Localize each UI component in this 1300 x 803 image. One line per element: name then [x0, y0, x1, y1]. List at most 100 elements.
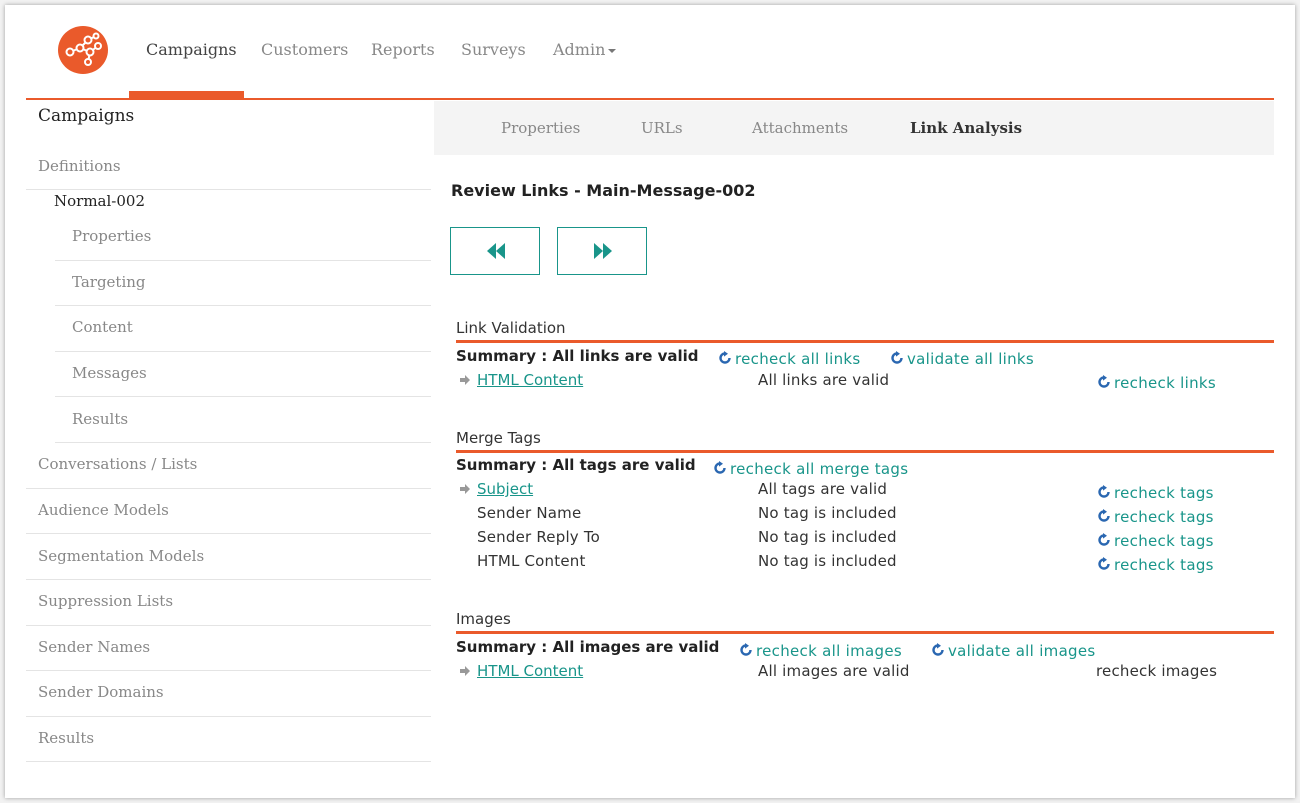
next-button[interactable] [557, 227, 647, 275]
link-validation-html-content-link[interactable]: HTML Content [477, 371, 583, 389]
refresh-icon [1097, 485, 1111, 499]
divider [26, 670, 431, 671]
nav-admin[interactable]: Admin [553, 40, 617, 59]
merge-tags-html-content-status: No tag is included [758, 552, 897, 570]
recheck-tags-link[interactable]: recheck tags [1097, 556, 1214, 573]
refresh-icon [1097, 509, 1111, 523]
merge-tags-sender-reply-to-status: No tag is included [758, 528, 897, 546]
divider [26, 716, 431, 717]
chevron-down-icon [608, 48, 617, 53]
tab-properties[interactable]: Properties [501, 119, 580, 137]
sidebar-subitem-messages[interactable]: Messages [72, 364, 147, 382]
section-divider [456, 450, 1274, 453]
divider [55, 351, 431, 352]
recheck-all-images-label: recheck all images [756, 642, 902, 659]
recheck-images-text: recheck images [1096, 662, 1218, 680]
nav-reports[interactable]: Reports [371, 40, 435, 59]
refresh-icon [931, 643, 945, 657]
tab-link-analysis[interactable]: Link Analysis [910, 119, 1022, 137]
tab-attachments[interactable]: Attachments [752, 119, 848, 137]
recheck-all-merge-tags-label: recheck all merge tags [730, 460, 909, 477]
sidebar-item-definitions[interactable]: Definitions [38, 157, 121, 175]
merge-tags-summary: Summary : All tags are valid [456, 456, 696, 474]
sidebar-item-results[interactable]: Results [38, 729, 94, 747]
refresh-icon [1097, 533, 1111, 547]
nav-admin-label: Admin [553, 40, 606, 59]
divider [26, 488, 431, 489]
sidebar-item-suppression-lists[interactable]: Suppression Lists [38, 592, 173, 610]
recheck-all-links-link[interactable]: recheck all links [718, 350, 861, 367]
sidebar-item-audience-models[interactable]: Audience Models [38, 501, 169, 519]
merge-tags-title: Merge Tags [456, 429, 541, 447]
section-divider [456, 340, 1274, 343]
link-validation-status: All links are valid [758, 371, 890, 389]
validate-all-images-link[interactable]: validate all images [931, 642, 1096, 659]
recheck-all-images-link[interactable]: recheck all images [739, 642, 902, 659]
sidebar-title: Campaigns [38, 106, 135, 126]
tab-urls[interactable]: URLs [641, 119, 683, 137]
sidebar-subitem-targeting[interactable]: Targeting [72, 273, 146, 291]
validate-all-links-label: validate all links [907, 350, 1035, 367]
refresh-icon [1097, 375, 1111, 389]
merge-tags-sender-reply-to: Sender Reply To [477, 528, 601, 546]
recheck-links-link[interactable]: recheck links [1097, 374, 1216, 391]
validate-all-links-link[interactable]: validate all links [890, 350, 1034, 367]
fast-forward-icon [594, 243, 612, 259]
recheck-tags-label: recheck tags [1114, 532, 1214, 549]
sidebar-subitem-content[interactable]: Content [72, 318, 133, 336]
header-divider [26, 98, 1274, 100]
sidebar-item-conversations-lists[interactable]: Conversations / Lists [38, 455, 197, 473]
previous-button[interactable] [450, 227, 540, 275]
app-logo[interactable] [58, 26, 108, 74]
refresh-icon [713, 461, 727, 475]
images-status: All images are valid [758, 662, 910, 680]
link-validation-title: Link Validation [456, 319, 566, 337]
divider [26, 761, 431, 762]
merge-tags-html-content: HTML Content [477, 552, 586, 570]
images-title: Images [456, 610, 511, 628]
nav-campaigns[interactable]: Campaigns [146, 40, 237, 59]
divider [55, 396, 431, 397]
divider [26, 189, 431, 190]
nav-customers[interactable]: Customers [261, 40, 348, 59]
divider [26, 579, 431, 580]
recheck-all-links-label: recheck all links [735, 350, 861, 367]
refresh-icon [890, 351, 904, 365]
sidebar-item-segmentation-models[interactable]: Segmentation Models [38, 547, 204, 565]
recheck-tags-link[interactable]: recheck tags [1097, 484, 1214, 501]
recheck-tags-link[interactable]: recheck tags [1097, 532, 1214, 549]
sidebar-subitem-properties[interactable]: Properties [72, 227, 151, 245]
recheck-tags-label: recheck tags [1114, 556, 1214, 573]
divider [55, 442, 431, 443]
recheck-all-merge-tags-link[interactable]: recheck all merge tags [713, 460, 908, 477]
refresh-icon [739, 643, 753, 657]
divider [55, 305, 431, 306]
merge-tags-subject-link[interactable]: Subject [477, 480, 533, 498]
images-summary: Summary : All images are valid [456, 638, 720, 656]
refresh-icon [718, 351, 732, 365]
arrow-right-icon [460, 666, 470, 676]
arrow-right-icon [460, 484, 470, 494]
nav-surveys[interactable]: Surveys [461, 40, 526, 59]
recheck-tags-link[interactable]: recheck tags [1097, 508, 1214, 525]
refresh-icon [1097, 557, 1111, 571]
merge-tags-sender-name-status: No tag is included [758, 504, 897, 522]
link-validation-summary: Summary : All links are valid [456, 347, 699, 365]
validate-all-images-label: validate all images [948, 642, 1096, 659]
sidebar-item-definition-name[interactable]: Normal-002 [54, 192, 145, 210]
active-nav-indicator [129, 91, 244, 98]
arrow-right-icon [460, 375, 470, 385]
recheck-tags-label: recheck tags [1114, 484, 1214, 501]
section-divider [456, 631, 1274, 634]
merge-tags-sender-name: Sender Name [477, 504, 582, 522]
sidebar-item-sender-domains[interactable]: Sender Domains [38, 683, 164, 701]
page-title: Review Links - Main-Message-002 [451, 181, 756, 200]
divider [55, 260, 431, 261]
sidebar-item-sender-names[interactable]: Sender Names [38, 638, 150, 656]
recheck-links-label: recheck links [1114, 374, 1216, 391]
recheck-tags-label: recheck tags [1114, 508, 1214, 525]
divider [26, 533, 431, 534]
merge-tags-subject-status: All tags are valid [758, 480, 888, 498]
sidebar-subitem-results[interactable]: Results [72, 410, 128, 428]
images-html-content-link[interactable]: HTML Content [477, 662, 583, 680]
